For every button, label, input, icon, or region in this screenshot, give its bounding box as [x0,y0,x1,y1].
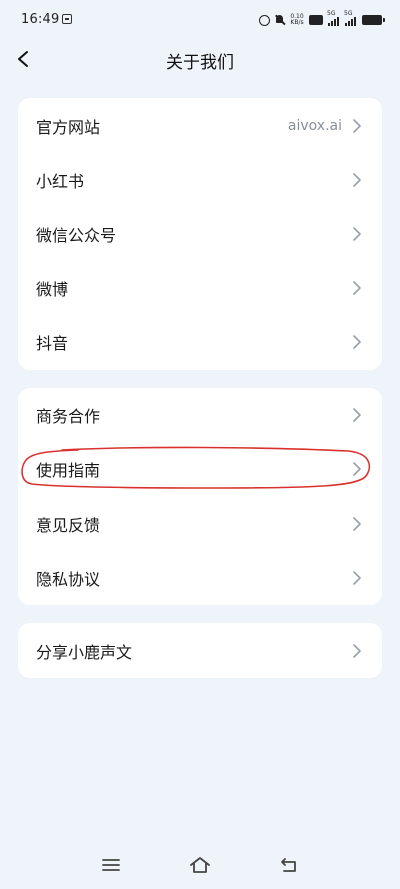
chevron-right-icon [353,571,361,585]
nav-back-button[interactable] [277,853,301,877]
home-icon [190,857,210,873]
row-label: 隐私协议 [36,570,101,589]
row-weibo[interactable]: 微博 [18,261,382,315]
battery-icon [362,15,385,25]
nav-home-button[interactable] [188,853,212,877]
back-arrow-icon [281,858,296,872]
mute-icon [275,14,285,26]
card-support: 商务合作 使用指南 意见反馈 隐私协议 [18,388,382,605]
card-share: 分享小鹿声文 [18,623,382,678]
chevron-right-icon [353,517,361,531]
row-douyin[interactable]: 抖音 [18,315,382,369]
signal-label-2: 5G [344,10,353,17]
row-label: 微博 [36,280,69,299]
chevron-right-icon [353,173,361,187]
row-share[interactable]: 分享小鹿声文 [18,623,382,678]
row-feedback[interactable]: 意见反馈 [18,497,382,551]
notification-icon [62,14,72,24]
row-label: 官方网站 [36,118,101,137]
status-time: 16:49 [21,12,60,27]
nav-menu-button[interactable] [99,853,123,877]
row-label: 微信公众号 [36,226,117,245]
row-business[interactable]: 商务合作 [18,388,382,442]
nav-bar [0,841,400,889]
chevron-right-icon [353,119,361,133]
status-icons: 0.10 KB/s 5G 5G [259,10,385,29]
header: 关于我们 [0,40,400,78]
row-label: 商务合作 [36,407,101,426]
card-social: 官方网站 aivox.ai 小红书 微信公众号 微博 抖音 [18,98,382,370]
row-user-guide[interactable]: 使用指南 [18,442,382,496]
signal-icon-1: 5G [327,10,340,26]
row-label: 分享小鹿声文 [36,642,133,662]
row-label: 意见反馈 [36,516,101,535]
chevron-right-icon [353,408,361,422]
row-value: aivox.ai [287,118,342,134]
chevron-right-icon [353,281,361,295]
row-label: 抖音 [36,334,69,353]
network-speed-unit: KB/s [290,19,304,26]
row-xiaohongshu[interactable]: 小红书 [18,153,382,207]
signal-icon-2: 5G [344,10,357,26]
row-official-website[interactable]: 官方网站 aivox.ai [18,99,382,153]
chevron-right-icon [353,335,361,349]
row-privacy[interactable]: 隐私协议 [18,551,382,605]
hd-icon [309,15,323,25]
row-wechat-official[interactable]: 微信公众号 [18,207,382,261]
row-label: 小红书 [36,172,85,191]
chevron-right-icon [353,462,361,476]
menu-icon [102,859,120,871]
signal-label-1: 5G [327,10,336,17]
page-title: 关于我们 [166,53,234,73]
chevron-right-icon [353,227,361,241]
status-bar: 16:49 0.10 KB/s 5G 5G [0,0,400,40]
alarm-icon [259,14,270,26]
row-label: 使用指南 [36,461,101,480]
network-speed: 0.10 KB/s [290,14,304,26]
chevron-right-icon [353,643,361,658]
